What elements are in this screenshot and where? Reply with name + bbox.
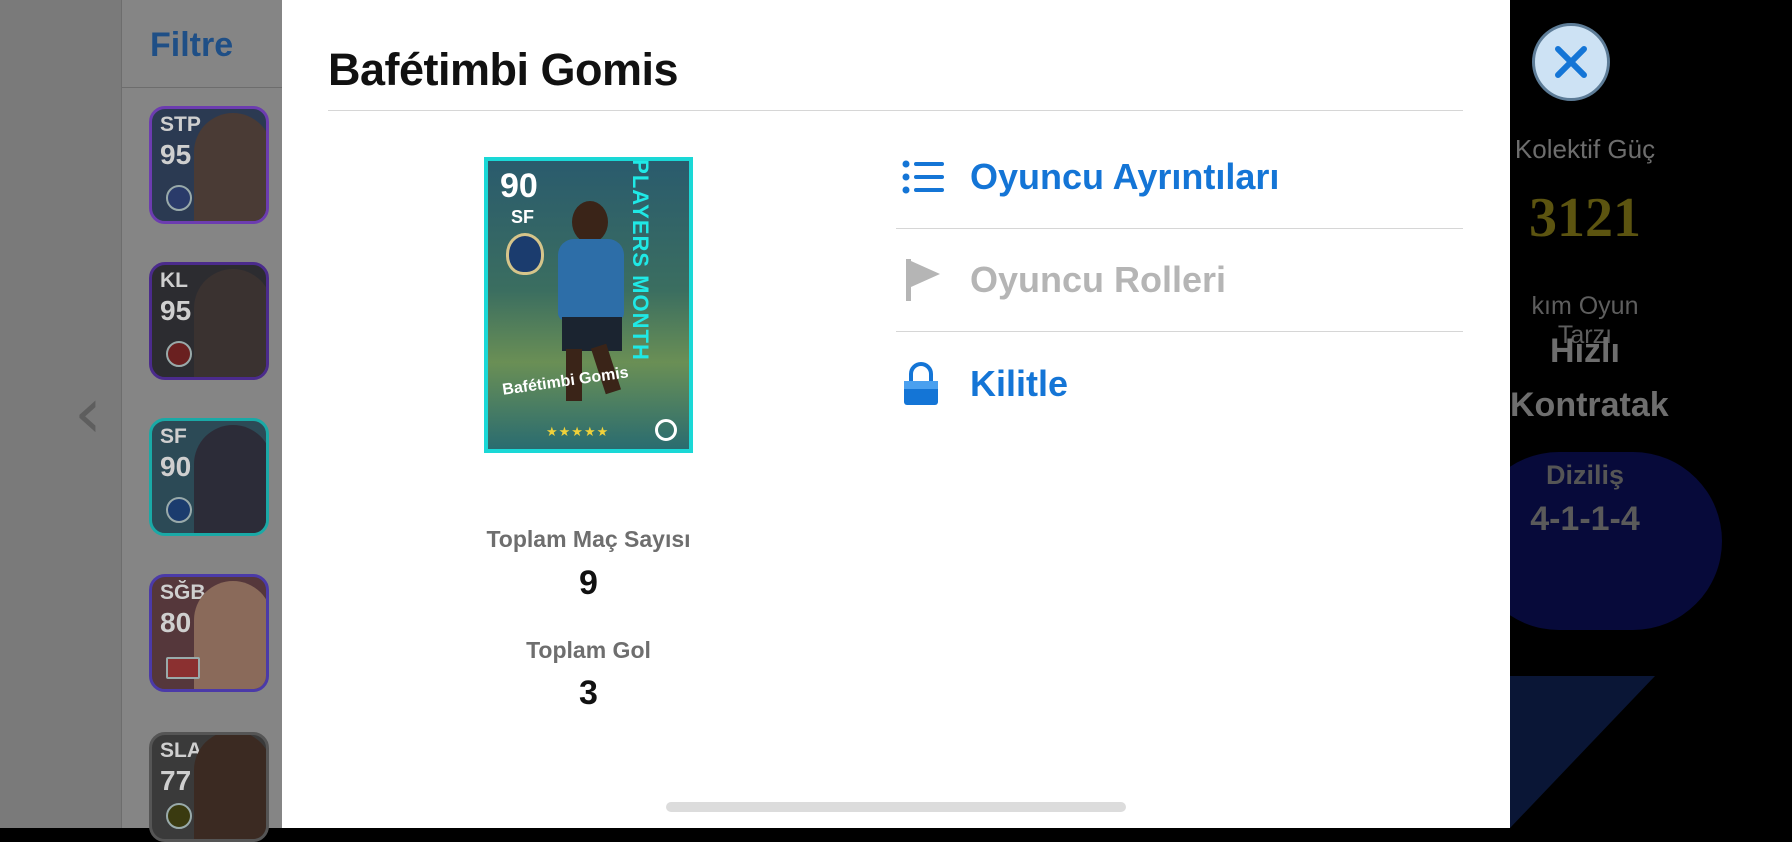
background-left-panel: ‹ Filtre STP 95 KL 95 SF 90 SĞB 80 SLA 7…: [0, 0, 283, 842]
menu-item-label: Oyuncu Ayrıntıları: [970, 156, 1280, 197]
player-card-position: KL: [160, 269, 188, 292]
player-options-dialog: Bafétimbi Gomis 90 SF PLAYERS MONTH Bafé…: [282, 0, 1510, 828]
team-style-line1: Hızlı: [1550, 332, 1620, 370]
player-card-position: SF: [160, 425, 187, 448]
filter-button[interactable]: Filtre: [150, 26, 233, 65]
total-goals-label: Toplam Gol: [526, 637, 651, 663]
flag-icon: [896, 257, 970, 303]
club-badge-icon: [166, 497, 192, 523]
club-badge-icon: [166, 803, 192, 829]
player-card-rating: 95: [160, 139, 192, 170]
filter-header: Filtre: [122, 0, 283, 88]
player-card-position: STP: [160, 113, 201, 136]
player-card-rating: 95: [160, 295, 192, 326]
player-card[interactable]: SLA 77: [149, 732, 269, 842]
menu-item-player-roles[interactable]: Oyuncu Rolleri: [896, 229, 1463, 332]
close-button[interactable]: [1532, 23, 1610, 101]
player-photo: [194, 425, 266, 533]
player-photo: [194, 269, 266, 377]
player-card-rating: 80: [160, 607, 192, 638]
player-photo: [194, 735, 266, 839]
card-stars: ★★★★★: [546, 425, 610, 440]
card-banner: PLAYERS MONTH: [628, 161, 654, 361]
menu-item-player-details[interactable]: Oyuncu Ayrıntıları: [896, 126, 1463, 229]
menu-item-lock[interactable]: Kilitle: [896, 332, 1463, 435]
total-matches-value: 9: [579, 564, 598, 602]
player-card[interactable]: SĞB 80: [149, 574, 269, 692]
formation-label: Diziliş: [1545, 460, 1625, 490]
list-icon: [896, 160, 970, 194]
scroll-indicator: [666, 802, 1126, 812]
background-right-panel: Kolektif Güç 3121 kım Oyun Tarzı Hızlı K…: [1510, 0, 1792, 828]
club-crest-icon: [506, 233, 544, 275]
player-card-rating: 90: [160, 451, 192, 482]
menu-item-label: Oyuncu Rolleri: [970, 259, 1227, 300]
player-card[interactable]: SF 90: [149, 418, 269, 536]
player-card[interactable]: KL 95: [149, 262, 269, 380]
action-menu: Oyuncu Ayrıntıları Oyuncu Rolleri Kilitl…: [896, 126, 1463, 435]
total-goals-value: 3: [579, 674, 598, 712]
collective-power-value: 3121: [1529, 187, 1641, 249]
player-photo: [194, 113, 266, 221]
divider: [328, 110, 1463, 111]
formation-value: 4-1-1-4: [1530, 500, 1640, 538]
player-card[interactable]: STP 95: [149, 106, 269, 224]
collective-power-label: Kolektif Güç: [1514, 134, 1656, 164]
player-card-large: 90 SF PLAYERS MONTH Bafétimbi Gomis ★★★★…: [484, 157, 693, 453]
efootball-logo-icon: [655, 419, 677, 441]
player-card-rating: 77: [160, 765, 192, 796]
card-position: SF: [511, 207, 535, 227]
lock-icon: [896, 361, 970, 406]
card-rating: 90: [500, 167, 538, 205]
club-badge-icon: [166, 341, 192, 367]
close-icon: [1555, 46, 1587, 78]
team-style-line2: Kontratak: [1510, 386, 1669, 424]
total-matches-label: Toplam Maç Sayısı: [486, 526, 691, 552]
chevron-left-icon[interactable]: ‹: [74, 378, 102, 448]
dialog-title: Bafétimbi Gomis: [328, 44, 679, 95]
player-photo: [194, 581, 266, 689]
country-flag-icon: [166, 657, 200, 679]
club-badge-icon: [166, 185, 192, 211]
menu-item-label: Kilitle: [970, 362, 1069, 404]
decorative-shape: [1510, 676, 1655, 828]
